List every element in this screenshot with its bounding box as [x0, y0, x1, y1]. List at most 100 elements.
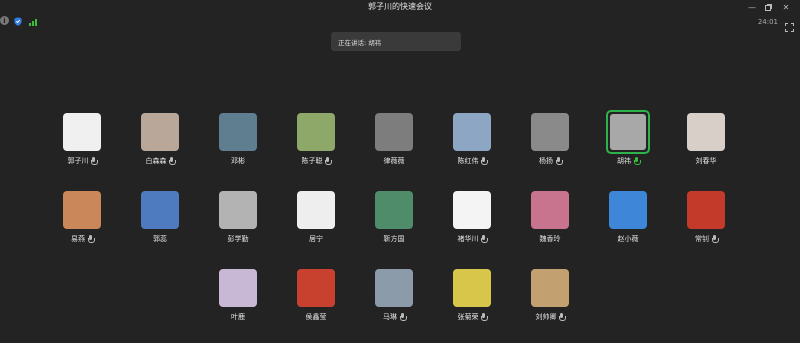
- fullscreen-icon[interactable]: [785, 17, 794, 32]
- participant-tile[interactable]: 魏香玲: [511, 191, 589, 251]
- participant-tile[interactable]: 郭蕊: [121, 191, 199, 251]
- restore-icon: [764, 3, 772, 11]
- participant-avatar[interactable]: [297, 269, 335, 307]
- participant-avatar[interactable]: [531, 191, 569, 229]
- participant-tile[interactable]: 律薇薇: [355, 113, 433, 173]
- info-icon[interactable]: i: [0, 16, 9, 25]
- participant-name: 胡祎: [617, 157, 631, 165]
- participant-tile[interactable]: 居宁: [277, 191, 355, 251]
- participant-tile[interactable]: 胡祎: [589, 110, 667, 173]
- participant-name: 彭学勤: [227, 235, 249, 243]
- participant-avatar[interactable]: [63, 191, 101, 229]
- participant-name-row: 靳方国: [355, 234, 433, 244]
- participant-avatar[interactable]: [609, 191, 647, 229]
- participant-avatar[interactable]: [687, 191, 725, 229]
- participant-avatar[interactable]: [141, 191, 179, 229]
- avatar-image: [531, 113, 569, 151]
- participant-name: 常钊: [695, 235, 709, 243]
- microphone-icon: [87, 235, 95, 243]
- participant-tile[interactable]: 马琳: [355, 269, 433, 329]
- participant-name: 魏香玲: [539, 235, 561, 243]
- participant-tile[interactable]: 邓彬: [199, 113, 277, 173]
- avatar-image: [453, 113, 491, 151]
- participant-name-row: 魏香玲: [511, 234, 589, 244]
- avatar-image: [610, 114, 646, 150]
- avatar-image: [141, 191, 179, 229]
- participant-name-row: 赵小薇: [589, 234, 667, 244]
- microphone-icon: [481, 235, 488, 243]
- participant-name-row: 刘春华: [667, 156, 745, 166]
- status-bar: i 24:01: [0, 16, 800, 32]
- participant-avatar[interactable]: [453, 191, 491, 229]
- participant-avatar[interactable]: [219, 113, 257, 151]
- participant-name-row: 居宁: [277, 234, 355, 244]
- close-button[interactable]: ✕: [780, 2, 792, 12]
- restore-button[interactable]: [762, 2, 774, 12]
- avatar-image: [375, 113, 413, 151]
- participant-name: 褚华川: [457, 235, 479, 243]
- speaking-indicator: 正在讲话: 胡祎: [331, 32, 461, 51]
- participant-avatar[interactable]: [687, 113, 725, 151]
- participant-name: 马琳: [383, 313, 397, 321]
- avatar-image: [531, 191, 569, 229]
- participant-avatar[interactable]: [375, 269, 413, 307]
- participant-avatar[interactable]: [297, 191, 335, 229]
- participant-avatar[interactable]: [297, 113, 335, 151]
- participant-name: 易燕: [71, 235, 85, 243]
- participant-tile[interactable]: 陈红伟: [433, 113, 511, 173]
- avatar-image: [219, 269, 257, 307]
- participant-avatar[interactable]: [453, 269, 491, 307]
- participant-tile[interactable]: 赵小薇: [589, 191, 667, 251]
- participant-avatar[interactable]: [219, 269, 257, 307]
- participant-tile[interactable]: 侯鑫莹: [277, 269, 355, 329]
- signal-icon[interactable]: [28, 16, 38, 26]
- participant-tile[interactable]: 褚华川: [433, 191, 511, 251]
- microphone-icon: [559, 313, 566, 321]
- participant-name-row: 张菊荣: [433, 312, 511, 322]
- participant-avatar[interactable]: [531, 269, 569, 307]
- participant-name: 白森森: [145, 157, 167, 165]
- participant-name-row: 刘帅卿: [511, 312, 589, 322]
- minimize-button[interactable]: —: [746, 2, 758, 12]
- shield-icon[interactable]: [13, 16, 23, 26]
- participant-name-row: 褚华川: [433, 234, 511, 244]
- participant-tile[interactable]: 陈子聪: [277, 113, 355, 173]
- participant-tile[interactable]: 刘春华: [667, 113, 745, 173]
- avatar-image: [297, 191, 335, 229]
- participant-tile[interactable]: 靳方国: [355, 191, 433, 251]
- microphone-icon: [711, 235, 719, 243]
- avatar-image: [219, 113, 257, 151]
- participant-name: 叶鹿: [231, 313, 245, 321]
- participant-name: 郭蕊: [153, 235, 167, 243]
- participant-avatar[interactable]: [375, 191, 413, 229]
- avatar-image: [297, 113, 335, 151]
- participant-name: 侯鑫莹: [305, 313, 327, 321]
- microphone-icon: [325, 157, 332, 165]
- participant-avatar[interactable]: [141, 113, 179, 151]
- participant-tile[interactable]: 杨扬: [511, 113, 589, 173]
- participant-tile[interactable]: 彭学勤: [199, 191, 277, 251]
- participant-tile[interactable]: 叶鹿: [199, 269, 277, 329]
- avatar-image: [297, 269, 335, 307]
- participant-tile[interactable]: 易燕: [43, 191, 121, 251]
- participant-tile[interactable]: 常钊: [667, 191, 745, 251]
- participant-avatar[interactable]: [63, 113, 101, 151]
- participant-tile[interactable]: 郭子川: [43, 113, 121, 173]
- participant-avatar[interactable]: [219, 191, 257, 229]
- participant-name: 赵小薇: [617, 235, 639, 243]
- participant-tile[interactable]: 刘帅卿: [511, 269, 589, 329]
- participant-name-row: 叶鹿: [199, 312, 277, 322]
- participant-tile[interactable]: 白森森: [121, 113, 199, 173]
- participant-name: 邓彬: [231, 157, 245, 165]
- participant-name: 郭子川: [67, 157, 89, 165]
- microphone-icon: [399, 313, 407, 321]
- participant-name-row: 律薇薇: [355, 156, 433, 166]
- meeting-timer: 24:01: [757, 18, 778, 26]
- participant-name-row: 杨扬: [511, 156, 589, 166]
- participant-name-row: 易燕: [43, 234, 121, 244]
- participant-tile[interactable]: 张菊荣: [433, 269, 511, 329]
- participant-avatar[interactable]: [606, 110, 650, 154]
- participant-avatar[interactable]: [453, 113, 491, 151]
- participant-avatar[interactable]: [375, 113, 413, 151]
- participant-avatar[interactable]: [531, 113, 569, 151]
